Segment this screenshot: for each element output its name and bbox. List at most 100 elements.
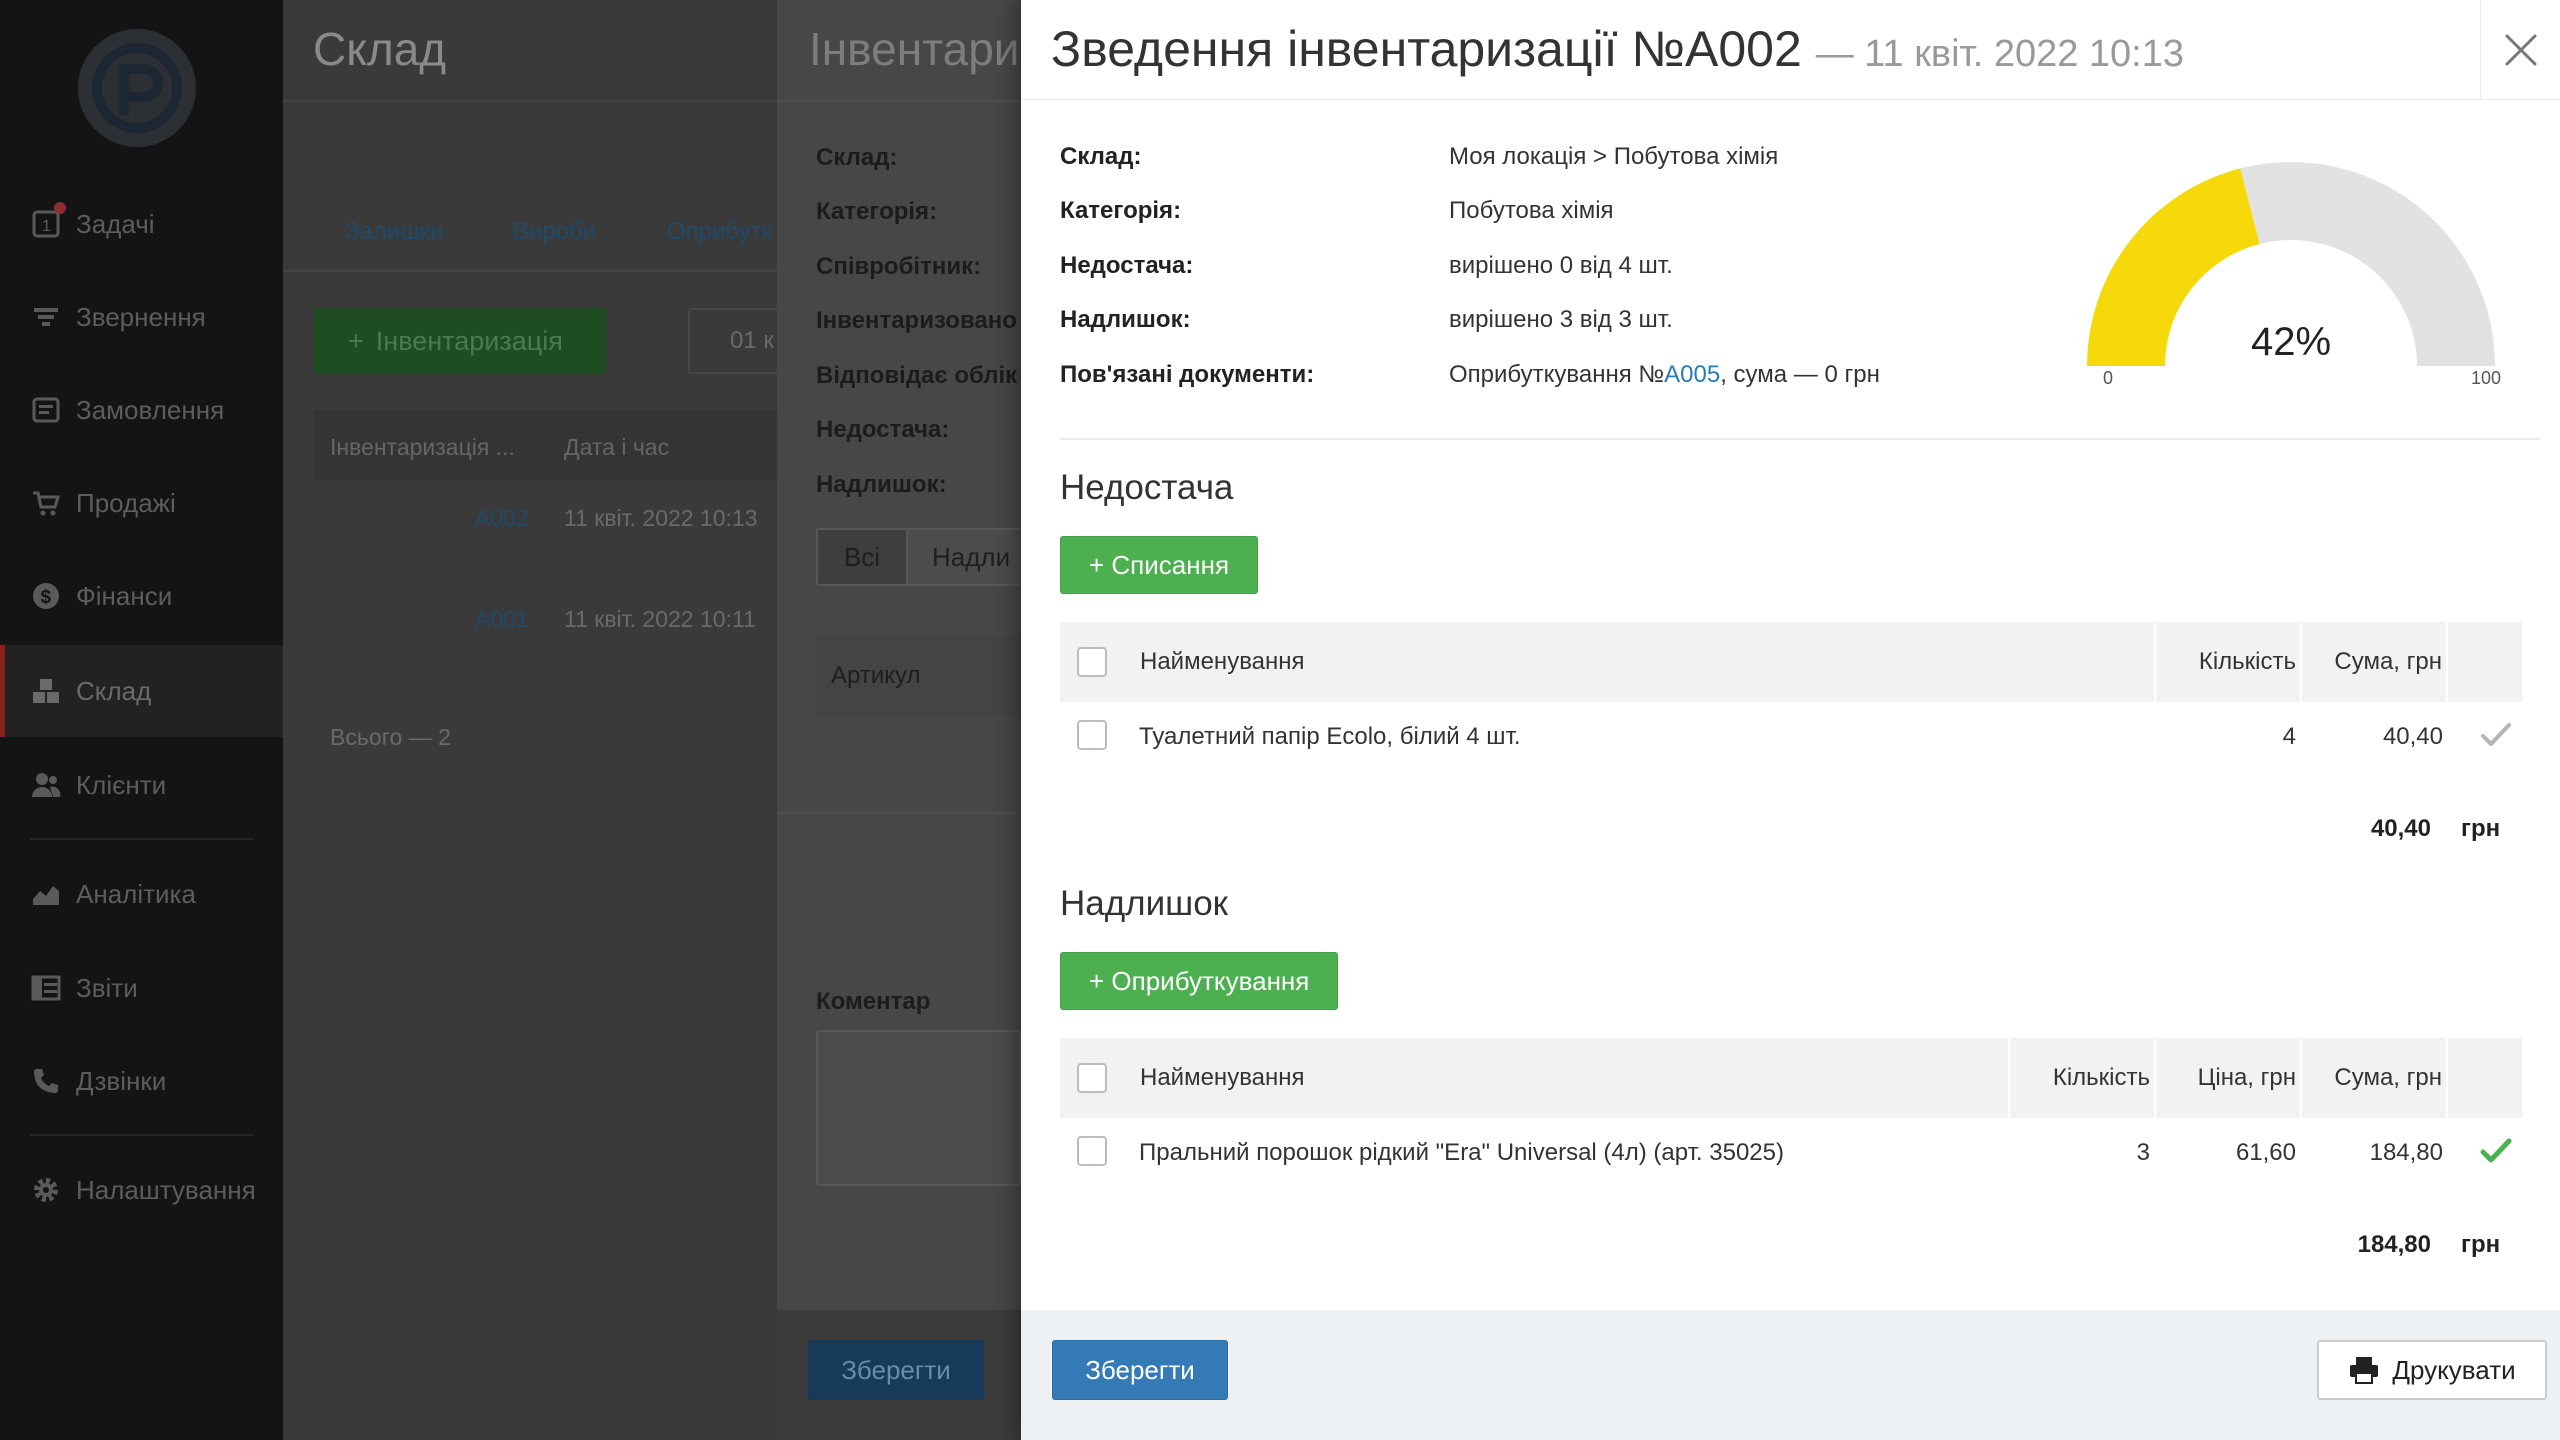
surplus-total: 184,80	[2357, 1231, 2431, 1258]
column-header[interactable]: Кількість	[2010, 1064, 2150, 1092]
column-header[interactable]: Ціна, грн	[2156, 1064, 2296, 1092]
sidebar-item-label: Продажі	[76, 487, 176, 518]
sidebar-item-finance[interactable]: $ Фінанси	[0, 550, 283, 642]
users-icon	[30, 769, 62, 801]
footer: Зберегти	[777, 1310, 1021, 1440]
page-title: Склад	[313, 23, 447, 75]
field-value: Моя локація > Побутова хімія	[1449, 143, 1779, 170]
notification-dot	[54, 202, 66, 214]
column-header[interactable]: Інвентаризація ...	[330, 434, 515, 461]
column-divider	[2446, 622, 2448, 702]
gear-icon	[30, 1174, 62, 1206]
sidebar-item-orders[interactable]: Замовлення	[0, 364, 283, 456]
save-button[interactable]: Зберегти	[808, 1340, 984, 1400]
gauge-min-label: 0	[2103, 368, 2114, 388]
table-header: Інвентаризація ... Дата і час	[314, 410, 777, 480]
svg-text:$: $	[41, 587, 52, 608]
sidebar-divider	[30, 838, 253, 840]
sidebar: 1 Задачі Звернення Замовлення Продажі $ …	[0, 0, 283, 1440]
column-header[interactable]: Кількість	[2156, 648, 2296, 676]
add-inventory-button[interactable]: + Інвентаризація	[314, 308, 606, 374]
field-label: Пов'язані документи:	[1060, 361, 1315, 388]
tab-stock[interactable]: Залишки	[345, 218, 443, 246]
sidebar-item-sales[interactable]: Продажі	[0, 457, 283, 549]
sidebar-item-label: Задачі	[76, 208, 155, 239]
filter-all-button[interactable]: Всі	[818, 530, 908, 584]
field-label: Відповідає облік	[816, 362, 1018, 389]
order-icon	[30, 394, 62, 426]
row-checkbox[interactable]	[1077, 720, 1107, 750]
sidebar-item-settings[interactable]: Налаштування	[0, 1144, 283, 1236]
sum-cell: 40,40	[2382, 723, 2443, 750]
sum-cell: 184,80	[2369, 1139, 2443, 1166]
sidebar-item-calls[interactable]: Дзвінки	[0, 1035, 283, 1127]
table-cell-date: 11 квіт. 2022 10:13	[564, 505, 758, 531]
column-header[interactable]: Сума, грн	[2302, 1064, 2442, 1092]
table-cell-date: 11 квіт. 2022 10:11	[564, 606, 756, 632]
quantity-cell: 4	[2282, 723, 2296, 750]
row-checkbox[interactable]	[1077, 1136, 1107, 1166]
inventory-link[interactable]: A001	[475, 606, 529, 633]
close-button[interactable]	[2480, 0, 2560, 100]
check-resolved-icon[interactable]	[2478, 1133, 2514, 1174]
comment-label: Коментар	[816, 988, 931, 1015]
divider	[283, 270, 777, 272]
field-label: Надлишок:	[1060, 306, 1191, 333]
comment-textarea[interactable]	[816, 1030, 1021, 1186]
plus-icon: +	[348, 325, 364, 356]
column-header[interactable]: Артикул	[831, 662, 920, 690]
sidebar-item-analytics[interactable]: Аналітика	[0, 848, 283, 940]
field-label: Недостача:	[1060, 252, 1194, 279]
tab-products[interactable]: Вироби	[513, 218, 596, 246]
filter-surplus-button[interactable]: Надли	[914, 530, 1010, 584]
shortage-title: Недостача	[1060, 468, 1234, 507]
column-header[interactable]: Найменування	[1140, 1064, 1305, 1092]
field-label: Співробітник:	[816, 253, 982, 280]
document-link[interactable]: A005	[1664, 361, 1720, 388]
app-logo[interactable]	[78, 29, 196, 147]
page-title: Інвентари	[809, 23, 1020, 75]
shortage-total: 40,40	[2370, 815, 2431, 842]
sidebar-item-label: Налаштування	[76, 1174, 256, 1205]
sidebar-item-requests[interactable]: Звернення	[0, 271, 283, 363]
sidebar-divider	[30, 1134, 253, 1136]
quantity-cell: 3	[2136, 1139, 2150, 1166]
sidebar-item-label: Склад	[76, 675, 152, 706]
gauge-max-label: 100	[2471, 368, 2502, 388]
sidebar-item-label: Замовлення	[76, 394, 225, 425]
save-button[interactable]: Зберегти	[1052, 1340, 1228, 1400]
divider	[1060, 438, 2540, 440]
date-filter-input[interactable]: 01 к	[688, 308, 788, 374]
write-off-button[interactable]: + Списання	[1060, 536, 1259, 594]
column-header[interactable]: Дата і час	[564, 434, 669, 461]
filter-icon	[30, 301, 62, 333]
divider	[777, 812, 1021, 814]
inventory-link[interactable]: A002	[475, 505, 529, 532]
sidebar-item-reports[interactable]: Звіти	[0, 942, 283, 1034]
tab-receipts[interactable]: Оприбутк	[667, 218, 772, 246]
column-divider	[2446, 1038, 2448, 1118]
product-link[interactable]: Туалетний папір Ecolo, білий 4 шт.	[1139, 723, 1521, 751]
sidebar-item-tasks[interactable]: 1 Задачі	[0, 178, 283, 270]
select-all-checkbox[interactable]	[1077, 647, 1107, 677]
report-icon	[30, 972, 62, 1004]
field-label: Категорія:	[1060, 197, 1182, 224]
modal-title: Зведення інвентаризації №A002 — 11 квіт.…	[1051, 21, 2184, 77]
modal-header: Зведення інвентаризації №A002 — 11 квіт.…	[1021, 0, 2560, 100]
product-link[interactable]: Пральний порошок рідкий "Era" Universal …	[1139, 1139, 1784, 1167]
shortage-table-header: Найменування Кількість Сума, грн	[1060, 622, 2522, 702]
modal-subtitle: — 11 квіт. 2022 10:13	[1815, 33, 2184, 75]
svg-text:1: 1	[42, 218, 51, 235]
column-header[interactable]: Найменування	[1140, 648, 1305, 676]
sidebar-item-label: Звіти	[76, 972, 138, 1003]
print-button[interactable]: Друкувати	[2317, 1340, 2547, 1400]
sidebar-item-label: Фінанси	[76, 580, 173, 611]
select-all-checkbox[interactable]	[1077, 1063, 1107, 1093]
check-unresolved-icon[interactable]	[2478, 717, 2514, 758]
column-header[interactable]: Сума, грн	[2302, 648, 2442, 676]
sidebar-item-label: Дзвінки	[76, 1065, 167, 1096]
sidebar-item-clients[interactable]: Клієнти	[0, 739, 283, 831]
receive-button[interactable]: + Оприбуткування	[1060, 952, 1339, 1010]
sidebar-item-warehouse[interactable]: Склад	[0, 645, 283, 737]
filter-toggle: Всі Надли	[816, 528, 1036, 586]
